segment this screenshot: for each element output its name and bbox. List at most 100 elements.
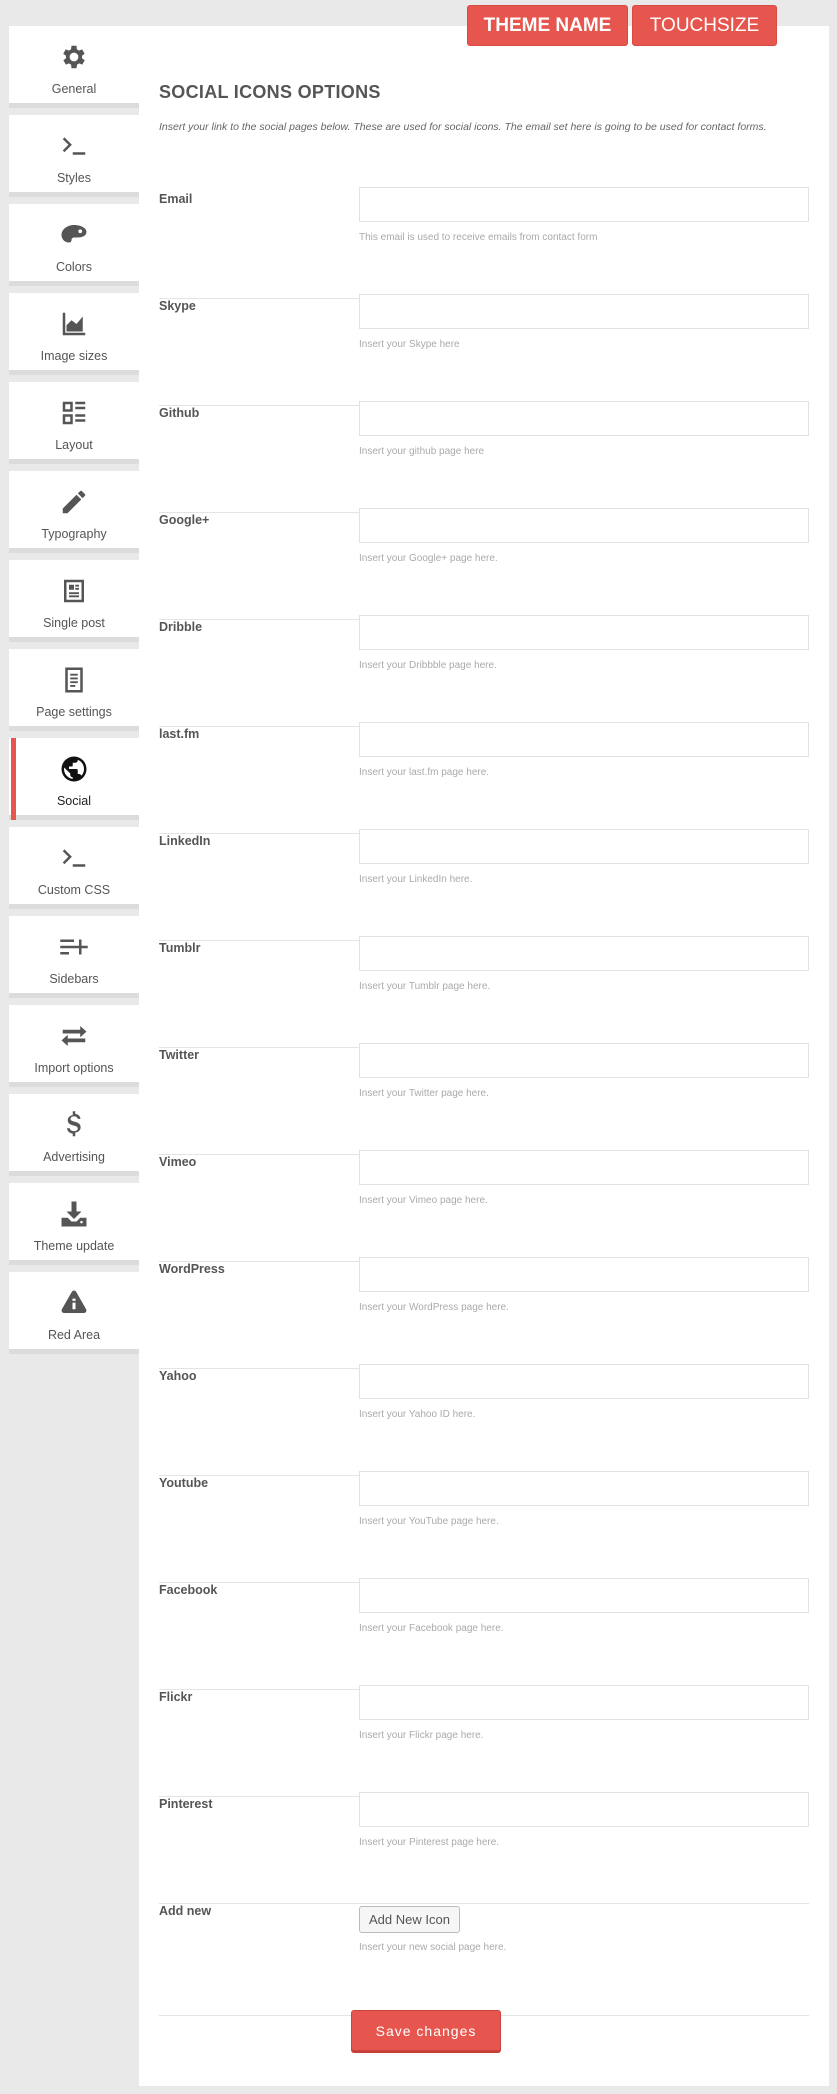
sidebar-item-general[interactable]: General [9,26,139,108]
sidebar-item-styles[interactable]: Styles [9,115,139,197]
save-changes-button[interactable]: Save changes [351,2010,501,2051]
flickr-row: Flickr Insert your Flickr page here. [159,1685,809,1797]
sidebar-item-sidebars[interactable]: Sidebars [9,916,139,998]
pinterest-label: Pinterest [159,1797,213,1811]
wordpress-field[interactable] [359,1257,809,1292]
sidebar-item-label: General [51,82,97,96]
sidebar-item-social[interactable]: Social [9,738,139,820]
sidebar-item-red-area[interactable]: Red Area [9,1272,139,1354]
sidebar-item-page-settings[interactable]: Page settings [9,649,139,731]
facebook-row: Facebook Insert your Facebook page here. [159,1578,809,1690]
sidebar-item-import-options[interactable]: Import options [9,1005,139,1087]
skype-label: Skype [159,299,196,313]
dribble-help: Insert your Dribbble page here. [359,660,497,671]
page-title: SOCIAL ICONS OPTIONS [159,82,381,102]
add-new-label: Add new [159,1904,212,1918]
pencil-icon [57,485,91,519]
skype-field[interactable] [359,294,809,329]
yahoo-label: Yahoo [159,1369,197,1383]
flickr-label: Flickr [159,1690,193,1704]
dribble-label: Dribble [159,620,203,634]
tumblr-row: Tumblr Insert your Tumblr page here. [159,936,809,1048]
warning-icon [57,1286,91,1320]
github-field[interactable] [359,401,809,436]
sidebar-item-advertising[interactable]: Advertising [9,1094,139,1176]
lastfm-field[interactable] [359,722,809,757]
sidebar-item-label: Social [56,794,92,808]
add-new-icon-button[interactable]: Add New Icon [359,1906,460,1933]
dribble-row: Dribble Insert your Dribbble page here. [159,615,809,727]
sidebar-item-label: Custom CSS [37,883,111,897]
sidebar-item-theme-update[interactable]: Theme update [9,1183,139,1265]
twitter-help: Insert your Twitter page here. [359,1088,489,1099]
main-panel: SOCIAL ICONS OPTIONS Insert your link to… [139,26,829,2086]
skype-help: Insert your Skype here [359,339,460,350]
facebook-field[interactable] [359,1578,809,1613]
twitter-label: Twitter [159,1048,200,1062]
sidebar-item-label: Typography [41,527,107,541]
google-plus-row: Google+ Insert your Google+ page here. [159,508,809,620]
twitter-row: Twitter Insert your Twitter page here. [159,1043,809,1155]
sidebar-item-label: Page settings [36,705,112,719]
google-plus-field[interactable] [359,508,809,543]
email-row: Email This email is used to receive emai… [159,187,809,299]
add-new-help: Insert your new social page here. [359,1942,507,1953]
email-help: This email is used to receive emails fro… [359,232,598,243]
sidebar-item-label: Red Area [47,1328,101,1342]
tumblr-help: Insert your Tumblr page here. [359,981,491,992]
tumblr-field[interactable] [359,936,809,971]
page-description: Insert your link to the social pages bel… [159,121,767,133]
area-chart-icon [57,307,91,341]
header-buttons: THEME NAME TOUCHSIZE [467,5,777,46]
yahoo-field[interactable] [359,1364,809,1399]
sidebar-item-typography[interactable]: Typography [9,471,139,553]
github-label: Github [159,406,200,420]
youtube-help: Insert your YouTube page here. [359,1516,499,1527]
sidebar-item-layout[interactable]: Layout [9,382,139,464]
dribble-field[interactable] [359,615,809,650]
sidebar-item-image-sizes[interactable]: Image sizes [9,293,139,375]
wordpress-row: WordPress Insert your WordPress page her… [159,1257,809,1369]
sidebar-item-label: Sidebars [49,972,99,986]
pinterest-help: Insert your Pinterest page here. [359,1837,500,1848]
vimeo-help: Insert your Vimeo page here. [359,1195,488,1206]
terminal-icon [57,841,91,875]
tumblr-label: Tumblr [159,941,201,955]
sidebar-item-colors[interactable]: Colors [9,204,139,286]
globe-icon [57,752,91,786]
pinterest-row: Pinterest Insert your Pinterest page her… [159,1792,809,1904]
touchsize-button[interactable]: TOUCHSIZE [632,5,777,46]
swap-arrows-icon [57,1019,91,1053]
google-plus-label: Google+ [159,513,210,527]
youtube-field[interactable] [359,1471,809,1506]
theme-name-button[interactable]: THEME NAME [467,5,628,46]
palette-icon [57,218,91,252]
linkedin-label: LinkedIn [159,834,211,848]
list-add-icon [57,930,91,964]
email-label: Email [159,192,193,206]
lastfm-label: last.fm [159,727,200,741]
dollar-icon [57,1108,91,1142]
post-icon [57,574,91,608]
layout-icon [57,396,91,430]
vimeo-label: Vimeo [159,1155,197,1169]
flickr-field[interactable] [359,1685,809,1720]
twitter-field[interactable] [359,1043,809,1078]
sidebar-item-custom-css[interactable]: Custom CSS [9,827,139,909]
google-plus-help: Insert your Google+ page here. [359,553,498,564]
email-field[interactable] [359,187,809,222]
sidebar-item-label: Styles [56,171,92,185]
wordpress-label: WordPress [159,1262,225,1276]
skype-row: Skype Insert your Skype here [159,294,809,406]
sidebar-item-label: Theme update [33,1239,115,1253]
sidebar-item-label: Image sizes [40,349,108,363]
lastfm-row: last.fm Insert your last.fm page here. [159,722,809,834]
linkedin-field[interactable] [359,829,809,864]
youtube-label: Youtube [159,1476,209,1490]
sidebar-item-label: Single post [43,616,105,630]
vimeo-row: Vimeo Insert your Vimeo page here. [159,1150,809,1262]
pinterest-field[interactable] [359,1792,809,1827]
vimeo-field[interactable] [359,1150,809,1185]
sidebar-item-single-post[interactable]: Single post [9,560,139,642]
sidebar-item-label: Import options [34,1061,114,1075]
